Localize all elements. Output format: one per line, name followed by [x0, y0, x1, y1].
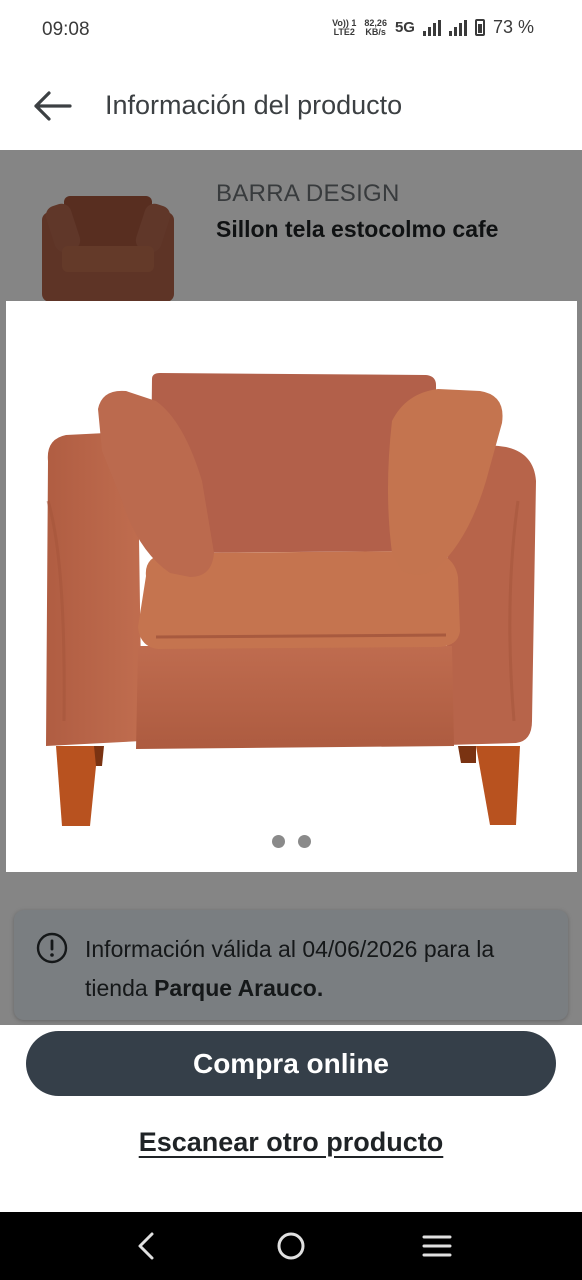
- buy-online-button[interactable]: Compra online: [26, 1031, 556, 1096]
- nav-recents-button[interactable]: [417, 1226, 457, 1266]
- status-indicators: Vo)) 1 LTE2 82,26 KB/s 5G 73 %: [332, 17, 534, 38]
- scan-another-product-link[interactable]: Escanear otro producto: [139, 1127, 444, 1157]
- arrow-left-icon: [34, 91, 72, 121]
- nav-back-button[interactable]: [126, 1226, 166, 1266]
- volte-indicator: Vo)) 1 LTE2: [332, 17, 357, 37]
- page-title: Información del producto: [105, 90, 403, 120]
- system-nav-bar: [0, 1212, 582, 1280]
- gallery-pagination: [6, 835, 577, 848]
- app-header: Información del producto: [0, 60, 582, 150]
- nav-recents-icon: [422, 1235, 452, 1257]
- gallery-dot[interactable]: [298, 835, 311, 848]
- signal-icon: [448, 19, 467, 36]
- nav-home-button[interactable]: [271, 1226, 311, 1266]
- armchair-photo: [46, 373, 536, 826]
- signal-icon: [422, 19, 441, 36]
- scan-another-link-wrap: Escanear otro producto: [0, 1127, 582, 1158]
- battery-percent: 73 %: [492, 17, 534, 37]
- image-viewer[interactable]: [6, 301, 577, 872]
- network-type: 5G: [394, 19, 415, 36]
- status-time: 09:08: [42, 19, 90, 40]
- bottom-actions: Compra online Escanear otro producto: [0, 1025, 582, 1212]
- nav-back-icon: [138, 1232, 154, 1260]
- network-speed: 82,26 KB/s: [364, 17, 387, 37]
- status-bar: 09:08 Vo)) 1 LTE2 82,26 KB/s 5G 73 %: [0, 0, 582, 60]
- gallery-dot[interactable]: [272, 835, 285, 848]
- back-button[interactable]: [30, 84, 74, 128]
- battery-icon: [474, 19, 485, 36]
- nav-home-icon: [277, 1232, 305, 1260]
